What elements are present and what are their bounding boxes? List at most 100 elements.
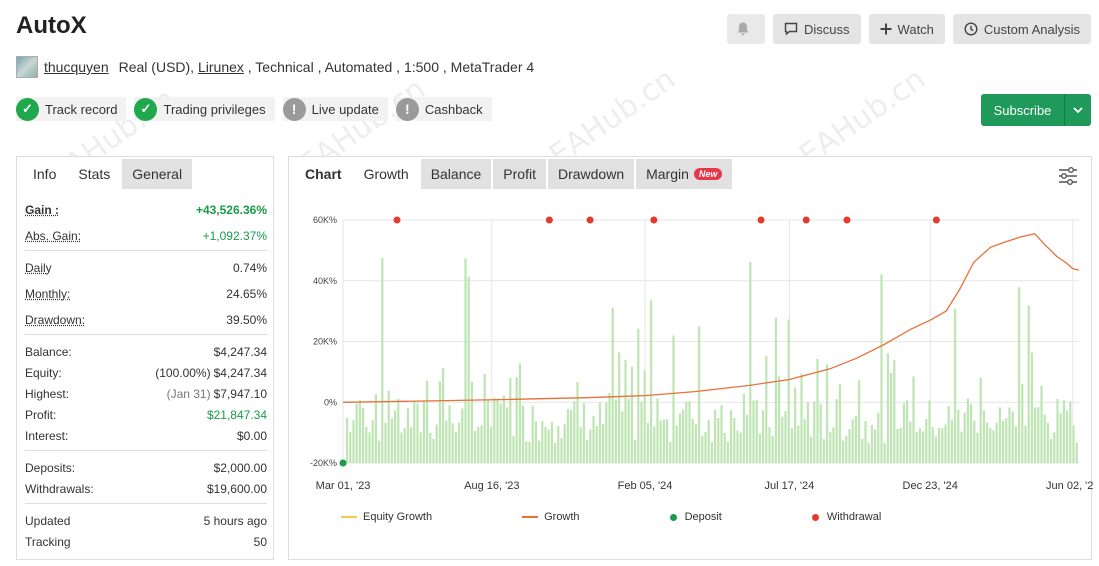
daily-bar	[429, 432, 432, 463]
daily-bar	[490, 426, 493, 463]
withdrawal-marker	[650, 216, 658, 224]
daily-bar	[544, 426, 547, 463]
daily-bar	[435, 424, 438, 463]
daily-bar	[397, 398, 400, 463]
notifications-button[interactable]	[727, 14, 766, 44]
tab-drawdown[interactable]: Drawdown	[547, 159, 635, 189]
daily-bar	[1021, 384, 1024, 463]
stat-label: Profit:	[25, 407, 57, 422]
chevron-down-icon	[1073, 106, 1083, 113]
x-tick-label: Feb 05, '24	[618, 480, 673, 492]
daily-bar	[515, 377, 518, 463]
daily-bar	[394, 410, 397, 463]
divider	[25, 503, 267, 504]
daily-bar	[445, 420, 448, 463]
subscribe-dropdown-button[interactable]	[1065, 94, 1091, 126]
daily-bar	[694, 424, 697, 463]
daily-bar	[880, 274, 883, 463]
y-tick-label: 0%	[324, 397, 337, 407]
daily-bar	[851, 419, 854, 463]
daily-bar	[509, 378, 512, 463]
daily-bar	[461, 408, 464, 463]
daily-bar	[762, 410, 765, 463]
daily-bar	[704, 431, 707, 463]
daily-bar	[554, 442, 557, 463]
legend-swatch	[669, 513, 677, 521]
daily-bar	[598, 402, 601, 463]
tab-growth[interactable]: Growth	[353, 159, 419, 189]
daily-bar	[890, 372, 893, 463]
comment-icon	[784, 22, 798, 36]
x-tick-label: Jun 02, '25	[1046, 480, 1093, 492]
withdrawal-marker	[586, 216, 594, 224]
daily-bar	[947, 406, 950, 463]
tab-general[interactable]: General	[122, 159, 193, 189]
watch-button[interactable]: Watch	[868, 14, 945, 44]
withdrawal-marker	[545, 216, 553, 224]
daily-bar	[832, 427, 835, 463]
chart-settings-button[interactable]	[1057, 165, 1079, 190]
daily-bar	[778, 376, 781, 463]
avatar[interactable]	[16, 56, 38, 78]
verification-badges: ✓ Track record ✓ Trading privileges ! Li…	[16, 97, 492, 121]
withdrawal-marker	[393, 216, 401, 224]
daily-bar	[835, 399, 838, 463]
daily-bar	[349, 432, 352, 463]
legend-deposit[interactable]: Deposit	[669, 511, 722, 523]
daily-bar	[867, 442, 870, 463]
daily-bar	[922, 431, 925, 463]
daily-bar	[1056, 398, 1059, 463]
stat-label[interactable]: Monthly:	[25, 287, 70, 301]
stat-value: $0.00	[236, 428, 267, 443]
stat-label[interactable]: Gain :	[25, 203, 59, 217]
daily-bar	[838, 383, 841, 463]
tab-info[interactable]: Info	[23, 159, 66, 189]
daily-bar	[381, 258, 384, 463]
daily-bar	[586, 439, 589, 463]
growth-chart[interactable]: 60K% 40K% 20K% 0% -20K% Mar 01, '23 Aug 16, '2…	[289, 197, 1093, 497]
tab-profit[interactable]: Profit	[493, 159, 546, 189]
daily-bar	[931, 427, 934, 463]
daily-bar	[691, 418, 694, 463]
badge-trading-privileges: ✓ Trading privileges	[134, 97, 275, 121]
daily-bar	[365, 426, 368, 463]
daily-bar	[576, 381, 579, 463]
deposit-marker	[339, 459, 347, 467]
daily-bar	[864, 421, 867, 463]
stat-label: Updated	[25, 513, 71, 528]
daily-bar	[845, 435, 848, 463]
daily-bar	[464, 258, 467, 463]
daily-bar	[771, 435, 774, 463]
stat-label[interactable]: Drawdown:	[25, 313, 85, 327]
stat-label[interactable]: Abs. Gain:	[25, 229, 81, 243]
daily-bar	[816, 359, 819, 463]
custom-analysis-button[interactable]: Custom Analysis	[952, 14, 1091, 44]
daily-bar	[810, 436, 813, 463]
stat-deposits: Deposits: $2,000.00	[25, 457, 267, 478]
stat-value: 24.65%	[226, 286, 267, 301]
daily-bar	[966, 398, 969, 463]
stat-label[interactable]: Daily	[25, 261, 52, 275]
legend-equity-growth[interactable]: Equity Growth	[341, 511, 432, 523]
daily-bar	[403, 428, 406, 463]
legend-growth[interactable]: Growth	[522, 511, 580, 523]
stat-interest: Interest: $0.00	[25, 425, 267, 446]
tab-balance[interactable]: Balance	[420, 159, 492, 189]
daily-bar	[682, 409, 685, 463]
daily-bar	[630, 366, 633, 463]
daily-bar	[730, 410, 733, 463]
daily-bar	[928, 400, 931, 463]
stat-daily: Daily 0.74%	[25, 257, 267, 278]
stat-label: Equity:	[25, 365, 62, 380]
daily-bar	[698, 326, 701, 463]
bell-icon	[737, 22, 749, 36]
tab-stats[interactable]: Stats	[68, 159, 121, 189]
subscribe-button[interactable]: Subscribe	[981, 94, 1065, 126]
broker-link[interactable]: Lirunex	[198, 59, 244, 75]
tab-margin[interactable]: Margin New	[636, 159, 733, 189]
legend-withdrawal[interactable]: Withdrawal	[811, 511, 881, 523]
discuss-button[interactable]: Discuss	[773, 14, 861, 44]
owner-link[interactable]: thucquyen	[44, 59, 109, 75]
daily-bar	[1005, 418, 1008, 463]
daily-bar	[685, 402, 688, 463]
